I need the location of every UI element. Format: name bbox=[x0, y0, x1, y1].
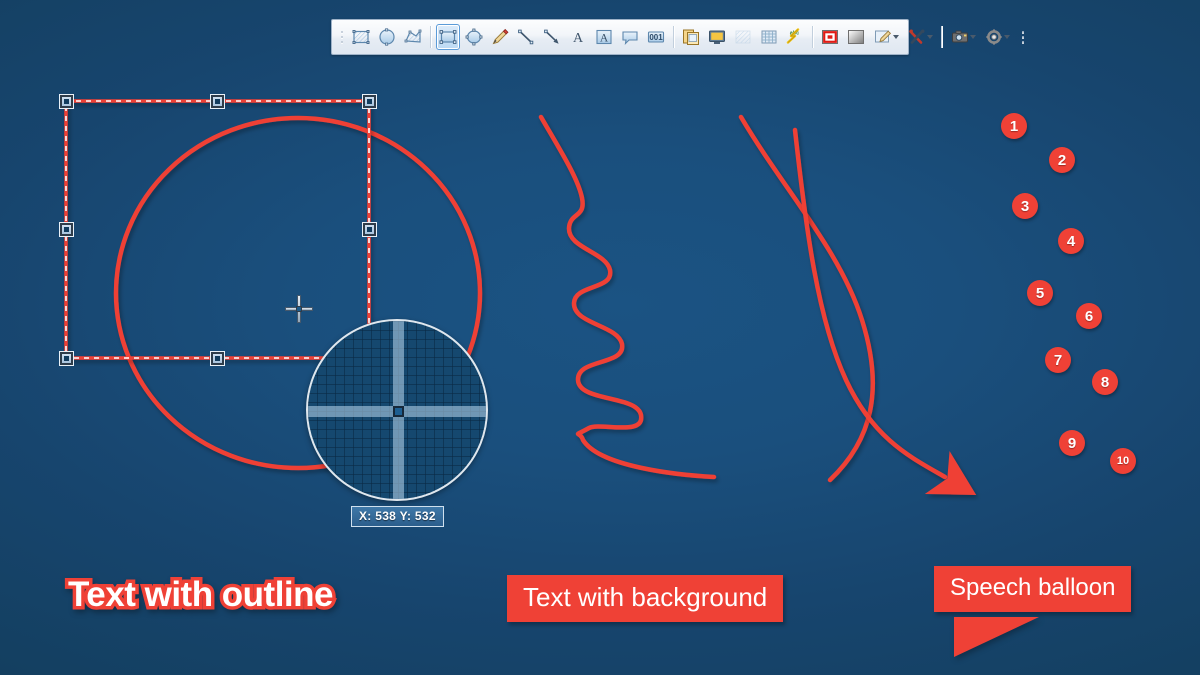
blur-icon bbox=[734, 28, 752, 46]
tool-button-arrow[interactable] bbox=[540, 24, 564, 50]
speech-balloon-icon bbox=[621, 28, 639, 46]
tool-button-fill-color[interactable] bbox=[818, 24, 842, 50]
edit-pencil-note-icon bbox=[874, 28, 892, 46]
tools-cross-icon bbox=[908, 28, 926, 46]
step-marker-5[interactable]: 5 bbox=[1027, 280, 1053, 306]
chevron-down-icon[interactable] bbox=[970, 35, 976, 39]
camera-icon bbox=[951, 28, 969, 46]
blob-shape-icon bbox=[378, 28, 396, 46]
gradient-icon bbox=[847, 28, 865, 46]
handle-middle-right[interactable] bbox=[363, 223, 376, 236]
text-a-icon: A bbox=[569, 28, 587, 46]
step-marker-7[interactable]: 7 bbox=[1045, 347, 1071, 373]
copy-region-icon bbox=[682, 28, 700, 46]
magic-wand-abc-icon: abc bbox=[786, 28, 804, 46]
step-marker-8[interactable]: 8 bbox=[1092, 369, 1118, 395]
toolbar-separator bbox=[430, 26, 431, 48]
toolbar-separator bbox=[941, 26, 942, 48]
pencil-icon bbox=[491, 28, 509, 46]
handle-bottom-center[interactable] bbox=[211, 352, 224, 365]
annotation-canvas[interactable]: X: 538 Y: 532 12345678 9 10 Text with outl… bbox=[0, 0, 1200, 675]
crosshair-center bbox=[296, 306, 302, 312]
polyline-icon bbox=[404, 28, 422, 46]
arrow-icon bbox=[543, 28, 561, 46]
tool-button-tools[interactable] bbox=[904, 24, 936, 50]
line-icon bbox=[517, 28, 535, 46]
step-marker-6[interactable]: 6 bbox=[1076, 303, 1102, 329]
shape-freehand-zigzag[interactable] bbox=[541, 117, 714, 477]
tool-button-balloon[interactable] bbox=[618, 24, 642, 50]
ellipse-icon bbox=[465, 28, 483, 46]
handle-top-right[interactable] bbox=[363, 95, 376, 108]
handle-top-center[interactable] bbox=[211, 95, 224, 108]
tool-button-blur[interactable] bbox=[731, 24, 755, 50]
step-marker-4[interactable]: 4 bbox=[1058, 228, 1084, 254]
tool-button-polyline[interactable] bbox=[401, 24, 425, 50]
tool-button-rectangle[interactable] bbox=[436, 24, 460, 50]
tool-button-blob[interactable] bbox=[375, 24, 399, 50]
tool-button-magic-wand[interactable]: abc bbox=[783, 24, 807, 50]
shape-freehand-curve[interactable] bbox=[741, 117, 873, 480]
step-marker-3[interactable]: 3 bbox=[1012, 193, 1038, 219]
toolbar-separator bbox=[812, 26, 813, 48]
tool-button-polygon-filled[interactable] bbox=[349, 24, 373, 50]
chevron-down-icon[interactable] bbox=[1004, 35, 1010, 39]
step-marker-1[interactable]: 1 bbox=[1001, 113, 1027, 139]
tool-button-text[interactable]: A bbox=[566, 24, 590, 50]
tool-button-gradient[interactable] bbox=[844, 24, 868, 50]
svg-text:001: 001 bbox=[649, 33, 663, 42]
svg-text:A: A bbox=[573, 31, 584, 46]
tool-button-line[interactable] bbox=[514, 24, 538, 50]
magnifier-target-pixel bbox=[393, 406, 404, 417]
pixelate-grid-icon bbox=[760, 28, 778, 46]
tool-button-highlight-screen[interactable] bbox=[705, 24, 729, 50]
chevron-down-icon[interactable] bbox=[927, 35, 933, 39]
crosshair-cursor bbox=[285, 295, 313, 323]
handle-bottom-left[interactable] bbox=[60, 352, 73, 365]
balloon-tail bbox=[954, 617, 1039, 657]
tool-button-pencil[interactable] bbox=[488, 24, 512, 50]
step-marker-2[interactable]: 2 bbox=[1049, 147, 1075, 173]
tool-button-settings[interactable] bbox=[981, 24, 1013, 50]
coordinate-readout: X: 538 Y: 532 bbox=[351, 506, 444, 527]
tool-button-copy-region[interactable] bbox=[679, 24, 703, 50]
tool-button-capture[interactable] bbox=[947, 24, 979, 50]
handle-middle-left[interactable] bbox=[60, 223, 73, 236]
tool-button-ellipse[interactable] bbox=[462, 24, 486, 50]
fill-color-red-icon bbox=[821, 28, 839, 46]
balloon-body: Speech balloon bbox=[934, 566, 1131, 612]
sample-text-with-outline[interactable]: Text with outline bbox=[68, 575, 333, 615]
tool-button-step-number[interactable]: 001 bbox=[644, 24, 668, 50]
monitor-highlight-icon bbox=[708, 28, 726, 46]
svg-text:A: A bbox=[600, 33, 609, 45]
shape-rectangle-selected[interactable] bbox=[66, 101, 369, 358]
chevron-down-icon[interactable] bbox=[893, 35, 899, 39]
step-marker-10[interactable]: 10 bbox=[1110, 448, 1136, 474]
rectangle-icon bbox=[439, 28, 457, 46]
tool-button-edit-style[interactable] bbox=[870, 24, 902, 50]
tool-button-pixelate[interactable] bbox=[757, 24, 781, 50]
handle-top-left[interactable] bbox=[60, 95, 73, 108]
toolbar-overflow-grip[interactable] bbox=[1018, 24, 1027, 50]
step-number-icon: 001 bbox=[647, 28, 665, 46]
tool-button-text-box[interactable]: A bbox=[592, 24, 616, 50]
drawing-toolbar[interactable]: A A 001 abc bbox=[331, 19, 909, 55]
step-marker-9[interactable]: 9 bbox=[1059, 430, 1085, 456]
gear-icon bbox=[985, 28, 1003, 46]
shape-arrow[interactable] bbox=[795, 130, 945, 477]
pixel-magnifier bbox=[306, 319, 488, 501]
polygon-hatched-icon bbox=[352, 28, 370, 46]
toolbar-separator bbox=[673, 26, 674, 48]
text-a-boxed-icon: A bbox=[595, 28, 613, 46]
toolbar-drag-grip[interactable] bbox=[337, 24, 346, 50]
sample-text-with-background[interactable]: Text with background bbox=[507, 575, 783, 622]
sample-speech-balloon[interactable]: Speech balloon bbox=[934, 566, 1131, 612]
